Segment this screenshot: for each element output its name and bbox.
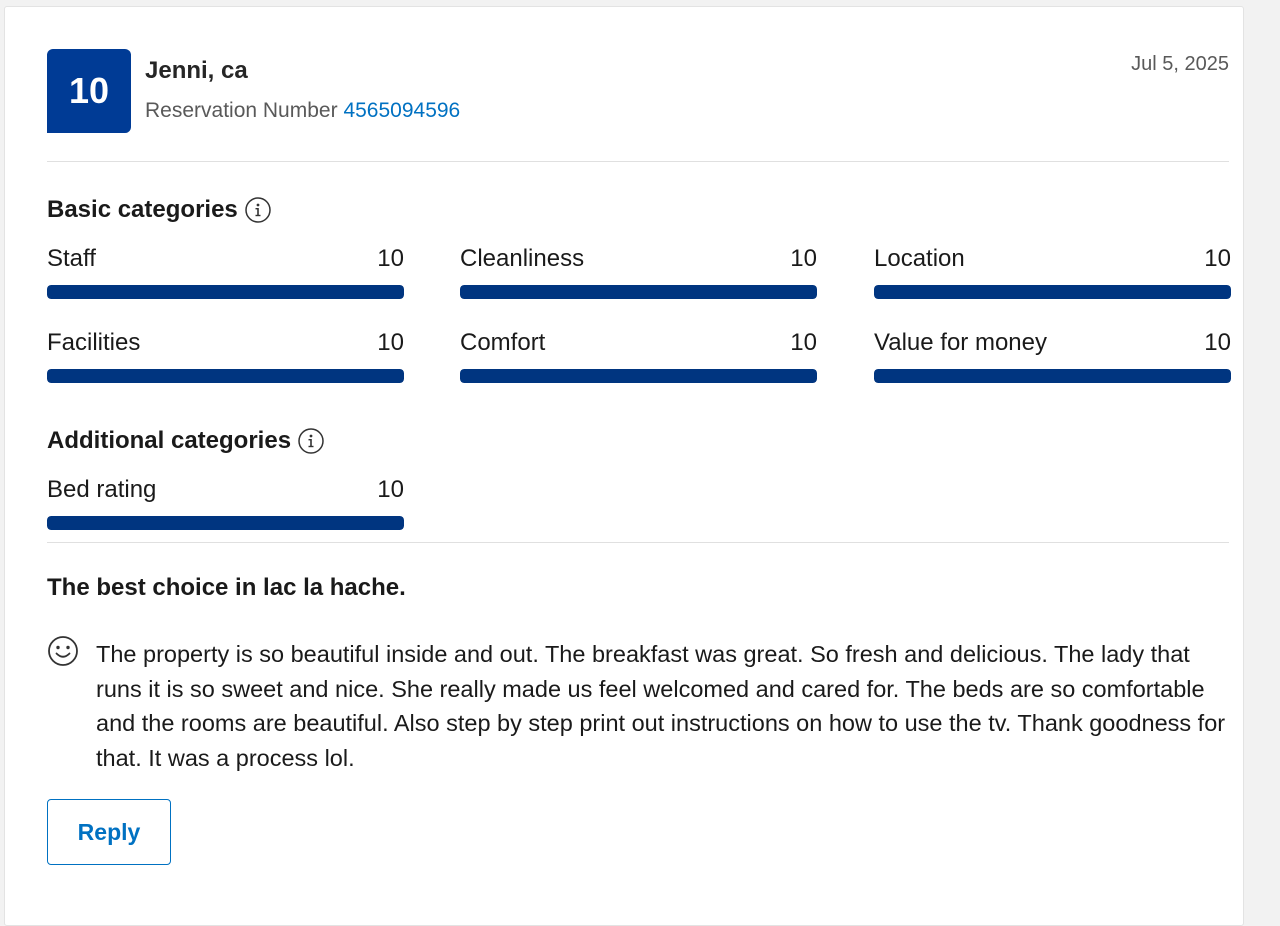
category-bar — [47, 285, 404, 299]
review-card: 10 Jenni, ca Reservation Number 45650945… — [4, 6, 1244, 926]
category-bar-fill — [874, 285, 1231, 299]
category-label: Facilities — [47, 329, 141, 356]
category-label: Value for money — [874, 329, 1047, 356]
category-bar — [460, 285, 817, 299]
category-label: Staff — [47, 245, 96, 272]
category-label: Bed rating — [47, 476, 157, 503]
category-bar-fill — [460, 285, 817, 299]
review-title: The best choice in lac la hache. — [47, 574, 406, 601]
smile-icon — [48, 636, 78, 666]
category-bar — [47, 369, 404, 383]
category-value-for-money: Value for money 10 — [874, 329, 1231, 383]
categories-divider — [47, 542, 1229, 543]
category-score: 10 — [790, 329, 817, 356]
header-divider — [47, 161, 1229, 162]
category-score: 10 — [790, 245, 817, 272]
category-bar-fill — [47, 369, 404, 383]
category-score: 10 — [377, 329, 404, 356]
additional-categories-title: Additional categories — [47, 427, 292, 454]
category-bar — [874, 285, 1231, 299]
review-score: 10 — [68, 70, 110, 111]
category-cleanliness: Cleanliness 10 — [460, 245, 817, 299]
reservation-label: Reservation Number — [145, 99, 338, 122]
basic-categories-title: Basic categories — [47, 196, 238, 223]
category-label: Location — [874, 245, 965, 272]
category-staff: Staff 10 — [47, 245, 404, 299]
review-date: Jul 5, 2025 — [1131, 53, 1229, 75]
reviewer-name: Jenni, ca — [145, 57, 248, 84]
category-location: Location 10 — [874, 245, 1231, 299]
additional-categories-heading: Additional categories — [47, 427, 324, 455]
review-score-badge: 10 — [47, 49, 131, 133]
category-score: 10 — [377, 245, 404, 272]
category-comfort: Comfort 10 — [460, 329, 817, 383]
category-label: Cleanliness — [460, 245, 585, 272]
reservation-info: Reservation Number 4565094596 — [145, 99, 460, 123]
category-bar-fill — [460, 369, 817, 383]
positive-review-text: The property is so beautiful inside and … — [96, 641, 1226, 771]
category-bar — [460, 369, 817, 383]
reply-button[interactable]: Reply — [47, 799, 171, 865]
basic-categories-heading: Basic categories — [47, 196, 271, 224]
category-bar-fill — [47, 285, 404, 299]
category-label: Comfort — [460, 329, 546, 356]
category-bar — [47, 516, 404, 530]
category-bar — [874, 369, 1231, 383]
category-bar-fill — [874, 369, 1231, 383]
category-bed-rating: Bed rating 10 — [47, 476, 404, 530]
category-facilities: Facilities 10 — [47, 329, 404, 383]
category-score: 10 — [377, 476, 404, 503]
category-score: 10 — [1204, 245, 1231, 272]
info-icon[interactable] — [245, 197, 271, 223]
category-score: 10 — [1204, 329, 1231, 356]
reservation-number-link[interactable]: 4565094596 — [343, 99, 460, 122]
category-bar-fill — [47, 516, 404, 530]
info-icon[interactable] — [298, 428, 324, 454]
